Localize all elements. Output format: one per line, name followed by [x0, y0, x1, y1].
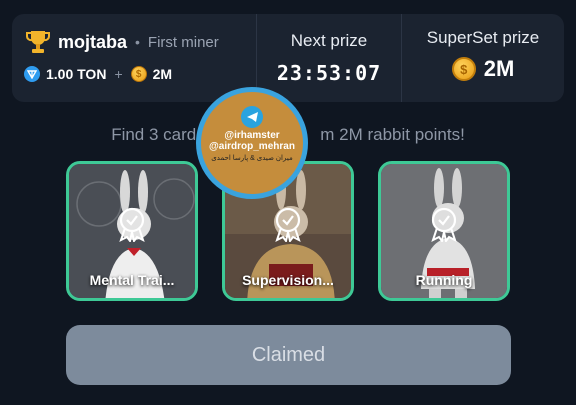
points-balance: 2M — [152, 66, 173, 82]
coin-icon: $ — [451, 57, 476, 81]
next-prize-label: Next prize — [290, 31, 368, 50]
card-label: Running — [415, 272, 473, 288]
watermark-handle-2: @airdrop_mehran — [209, 141, 295, 152]
card-running[interactable]: Running — [378, 161, 510, 301]
coin-icon: $ — [130, 66, 147, 82]
username: mojtaba — [58, 31, 128, 52]
card-label: Supervision... — [242, 272, 334, 288]
telegram-icon — [241, 106, 263, 128]
superset-prize: SuperSet prize $ 2M — [402, 14, 564, 102]
next-prize-timer: 23:53:07 — [276, 61, 382, 85]
award-badge-icon — [431, 207, 457, 242]
claimed-button[interactable]: Claimed — [66, 325, 511, 385]
ton-icon — [24, 66, 40, 82]
ton-balance: 1.00 TON — [46, 66, 107, 82]
card-label: Mental Trai... — [89, 272, 175, 288]
watermark-handle-1: @irhamster — [224, 130, 280, 141]
next-prize: Next prize 23:53:07 — [257, 14, 401, 102]
watermark-badge: @irhamster @airdrop_mehran میران صیدی & … — [196, 87, 308, 199]
plus-sign: + — [114, 66, 123, 82]
superset-prize-label: SuperSet prize — [426, 28, 540, 47]
award-badge-icon — [119, 207, 145, 242]
award-badge-icon — [275, 207, 301, 242]
trophy-icon — [26, 31, 50, 53]
card-mental-training[interactable]: Mental Trai... — [66, 161, 198, 301]
header-panel: mojtaba • First miner 1.00 TON + $ 2M Ne… — [12, 14, 564, 102]
user-rank: First miner — [147, 33, 219, 51]
watermark-names: میران صیدی & پارسا احمدی — [211, 155, 293, 162]
separator-dot: • — [135, 34, 140, 50]
superset-prize-value: 2M — [483, 56, 515, 81]
user-info[interactable]: mojtaba • First miner 1.00 TON + $ 2M — [12, 14, 256, 102]
